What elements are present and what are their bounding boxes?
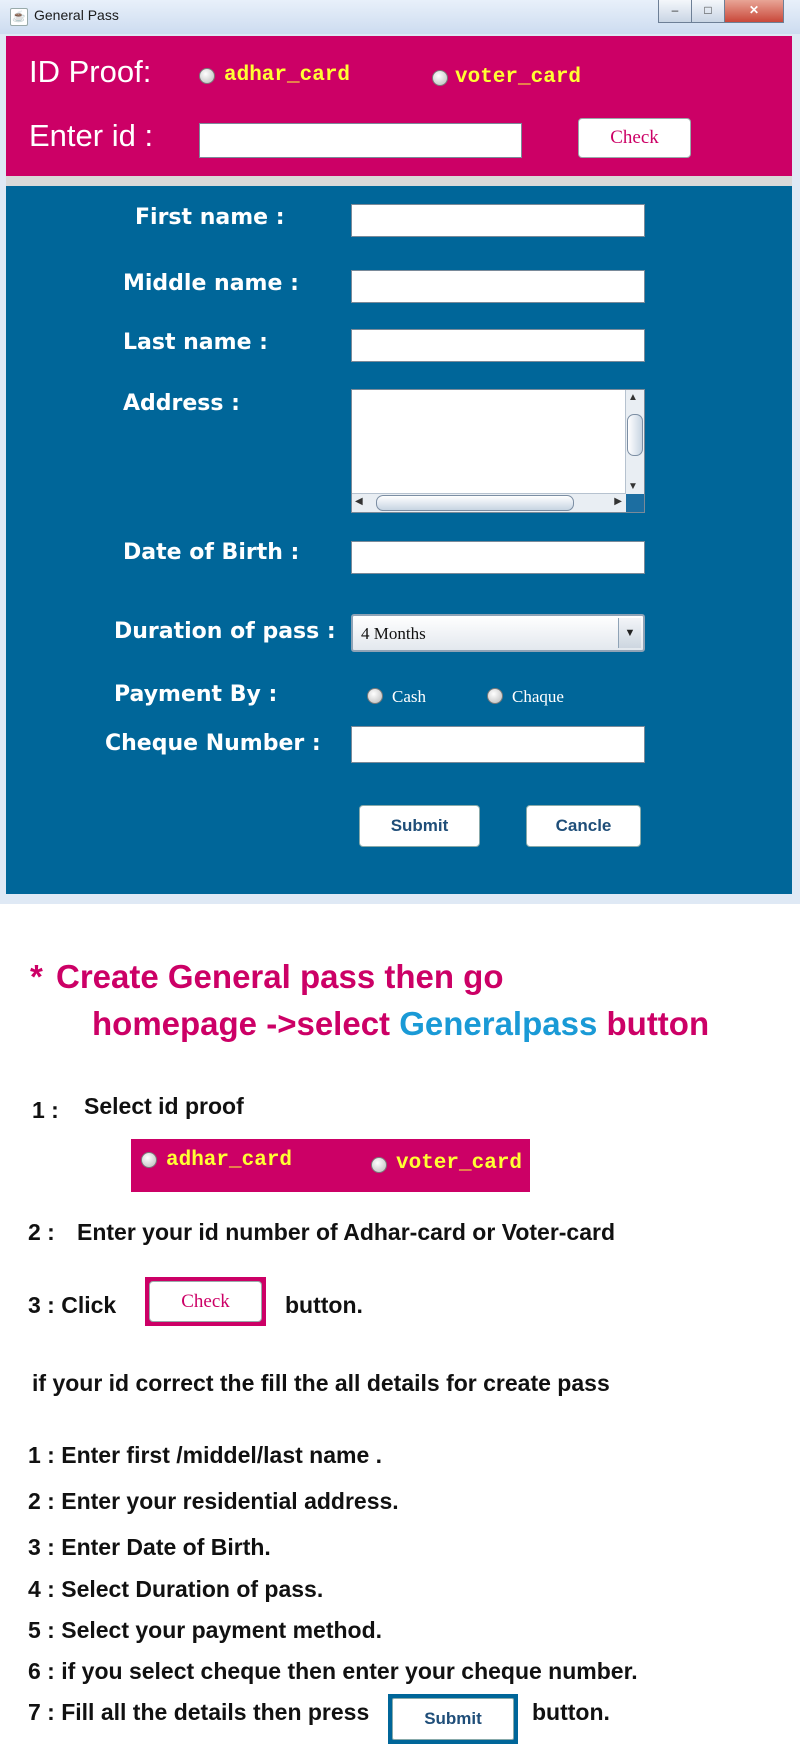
minimize-icon[interactable]: – <box>658 0 692 23</box>
horizontal-scroll-thumb[interactable] <box>376 495 574 511</box>
heading-generalpass: Generalpass <box>399 1005 598 1042</box>
example-submit-frame: Submit <box>388 1694 518 1744</box>
list-item: 1 : Enter first /middel/last name . <box>28 1442 383 1468</box>
cheque-number-field[interactable] <box>351 726 645 763</box>
horizontal-scrollbar[interactable]: ◀ ▶ <box>352 493 626 512</box>
example-voter-radio <box>371 1157 387 1173</box>
list-item: 3 : Enter Date of Birth. <box>28 1534 271 1560</box>
heading-line-2-c: button <box>606 1005 710 1042</box>
payment-label: Payment By : <box>114 682 278 707</box>
example-check-button: Check <box>149 1281 262 1322</box>
scroll-right-icon[interactable]: ▶ <box>614 496 622 507</box>
panel-divider <box>6 176 792 186</box>
voter-card-radio[interactable] <box>432 70 448 86</box>
heading-line-1: Create General pass then go <box>56 958 504 995</box>
voter-card-label[interactable]: voter_card <box>455 66 581 89</box>
step2-text: Enter your id number of Adhar-card or Vo… <box>77 1219 616 1245</box>
step1-text: Select id proof <box>84 1093 244 1119</box>
example-voter-label: voter_card <box>396 1152 523 1175</box>
cancel-button[interactable]: Cancle <box>526 805 641 847</box>
scroll-up-icon[interactable]: ▲ <box>628 392 638 403</box>
heading-line-2-a: homepage ->select <box>92 1005 391 1042</box>
example-submit-button: Submit <box>392 1698 514 1740</box>
step1-number: 1 : <box>32 1097 59 1123</box>
duration-value: 4 Months <box>361 624 426 643</box>
java-icon: ☕ <box>10 8 28 26</box>
adhar-card-radio[interactable] <box>199 68 215 84</box>
middle-name-label: Middle name : <box>123 271 299 296</box>
close-icon[interactable]: ✕ <box>724 0 784 23</box>
list-item: 4 : Select Duration of pass. <box>28 1576 324 1602</box>
id-proof-label: ID Proof: <box>29 54 152 89</box>
cheque-radio[interactable] <box>487 688 503 704</box>
eligibility-note: if your id correct the fill the all deta… <box>32 1370 610 1396</box>
dob-label: Date of Birth : <box>123 540 300 565</box>
enter-id-label: Enter id : <box>29 118 154 153</box>
address-label: Address : <box>123 391 240 416</box>
cash-radio[interactable] <box>367 688 383 704</box>
list-item: 6 : if you select cheque then enter your… <box>28 1658 638 1684</box>
adhar-card-label[interactable]: adhar_card <box>224 64 350 87</box>
step3-text: 3 : Click <box>28 1292 117 1318</box>
last-name-label: Last name : <box>123 330 268 355</box>
step3-after: button. <box>285 1292 363 1318</box>
step7-after: button. <box>532 1699 610 1725</box>
submit-button[interactable]: Submit <box>359 805 480 847</box>
address-textarea[interactable]: ▲ ▼ ◀ ▶ <box>351 389 645 513</box>
scroll-left-icon[interactable]: ◀ <box>355 496 363 507</box>
window-title: General Pass <box>34 7 119 23</box>
duration-select[interactable]: 4 Months ▼ <box>351 614 645 652</box>
middle-name-field[interactable] <box>351 270 645 303</box>
example-adhar-radio <box>141 1152 157 1168</box>
vertical-scrollbar[interactable]: ▲ ▼ <box>625 390 644 494</box>
maximize-icon[interactable]: □ <box>691 0 725 23</box>
step2-number: 2 : <box>28 1219 55 1245</box>
id-input[interactable] <box>199 123 522 158</box>
last-name-field[interactable] <box>351 329 645 362</box>
dob-field[interactable] <box>351 541 645 574</box>
scroll-down-icon[interactable]: ▼ <box>628 481 638 492</box>
chevron-down-icon[interactable]: ▼ <box>618 618 641 648</box>
list-item: 7 : Fill all the details then press <box>28 1699 370 1725</box>
list-item: 2 : Enter your residential address. <box>28 1488 399 1514</box>
cheque-label[interactable]: Chaque <box>512 687 564 707</box>
first-name-field[interactable] <box>351 204 645 237</box>
first-name-label: First name : <box>135 205 285 230</box>
heading-star: * <box>30 958 43 995</box>
check-button[interactable]: Check <box>578 118 691 158</box>
example-check-frame: Check <box>145 1277 266 1326</box>
list-item: 5 : Select your payment method. <box>28 1617 383 1643</box>
id-proof-example: adhar_card voter_card <box>131 1139 530 1192</box>
duration-label: Duration of pass : <box>114 619 336 644</box>
heading-line-2: homepage ->select Generalpass button <box>92 1005 709 1043</box>
scroll-corner <box>626 494 644 512</box>
vertical-scroll-thumb[interactable] <box>627 414 643 456</box>
cheque-number-label: Cheque Number : <box>105 731 321 756</box>
cash-label[interactable]: Cash <box>392 687 426 707</box>
example-adhar-label: adhar_card <box>166 1149 293 1172</box>
